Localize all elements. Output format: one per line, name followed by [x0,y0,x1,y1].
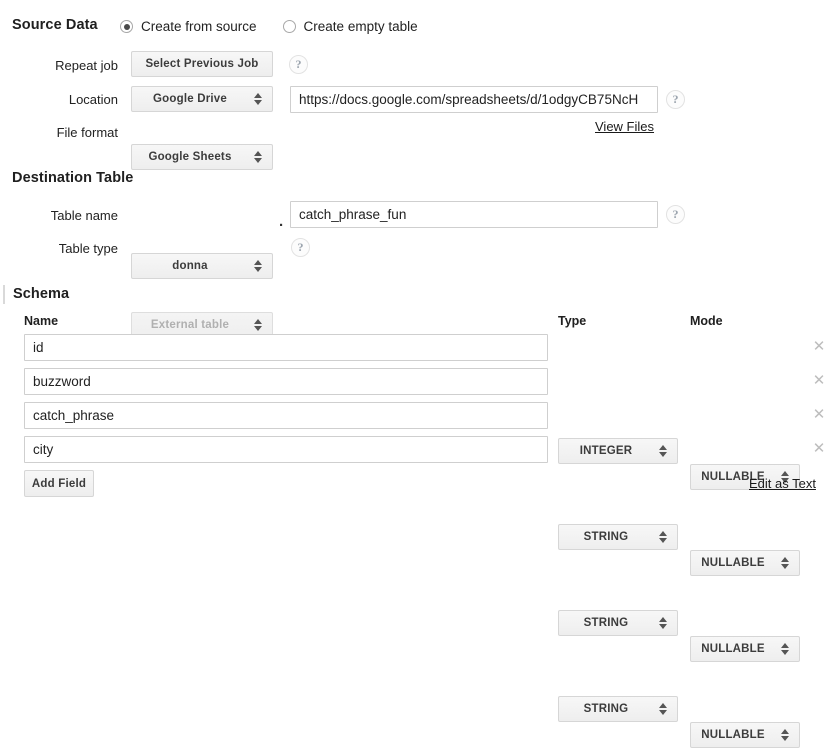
schema-column-header-name: Name [24,314,58,328]
schema-field-type-select[interactable]: STRING [558,610,678,636]
source-uri-input[interactable]: https://docs.google.com/spreadsheets/d/1… [290,86,658,113]
chevron-updown-icon [655,445,671,457]
chevron-updown-icon [777,729,793,741]
location-label: Location [0,92,118,107]
remove-field-icon[interactable]: ✕ [811,339,827,355]
radio-create-from-source[interactable]: Create from source [120,19,257,34]
schema-field-name-input[interactable]: buzzword [24,368,548,395]
radio-create-empty-table-label: Create empty table [304,19,418,34]
schema-accent-bar [3,285,5,304]
schema-field-type-select[interactable]: INTEGER [558,438,678,464]
chevron-updown-icon [250,151,266,163]
chevron-updown-icon [250,93,266,105]
table-type-help-icon[interactable]: ? [291,238,310,257]
source-mode-radio-group: Create from source Create empty table [120,19,418,34]
schema-field-type-select[interactable]: STRING [558,696,678,722]
schema-field-type-value: STRING [559,531,655,543]
location-help-icon[interactable]: ? [666,90,685,109]
remove-field-icon[interactable]: ✕ [811,441,827,457]
dataset-select-value: donna [132,260,250,272]
dataset-table-separator: . [279,214,283,229]
chevron-updown-icon [777,643,793,655]
destination-table-heading: Destination Table [12,170,133,186]
schema-field-name-input[interactable]: city [24,436,548,463]
schema-field-mode-value: NULLABLE [691,729,777,741]
schema-column-header-type: Type [558,314,586,328]
dataset-select[interactable]: donna [131,253,273,279]
schema-heading: Schema [13,286,69,302]
schema-field-mode-select[interactable]: NULLABLE [690,550,800,576]
table-name-label: Table name [0,208,118,223]
schema-field-name-input[interactable]: id [24,334,548,361]
schema-field-mode-value: NULLABLE [691,557,777,569]
edit-as-text-link[interactable]: Edit as Text [749,476,816,491]
radio-create-from-source-label: Create from source [141,19,257,34]
select-previous-job-button[interactable]: Select Previous Job [131,51,273,77]
file-format-label: File format [0,125,118,140]
schema-field-type-value: STRING [559,703,655,715]
schema-field-mode-select[interactable]: NULLABLE [690,636,800,662]
schema-field-type-value: STRING [559,617,655,629]
radio-create-from-source-dot [120,20,133,33]
chevron-updown-icon [655,617,671,629]
schema-field-mode-select[interactable]: NULLABLE [690,722,800,748]
table-type-label: Table type [0,241,118,256]
table-name-help-icon[interactable]: ? [666,205,685,224]
chevron-updown-icon [655,703,671,715]
schema-field-type-value: INTEGER [559,445,655,457]
file-format-select[interactable]: Google Sheets [131,144,273,170]
remove-field-icon[interactable]: ✕ [811,407,827,423]
add-field-button[interactable]: Add Field [24,470,94,497]
chevron-updown-icon [250,319,266,331]
location-select-value: Google Drive [132,93,250,105]
radio-create-empty-table[interactable]: Create empty table [283,19,418,34]
chevron-updown-icon [250,260,266,272]
table-type-select-value: External table [132,319,250,331]
file-format-select-value: Google Sheets [132,151,250,163]
remove-field-icon[interactable]: ✕ [811,373,827,389]
schema-field-type-select[interactable]: STRING [558,524,678,550]
view-files-link[interactable]: View Files [595,119,654,134]
location-select[interactable]: Google Drive [131,86,273,112]
table-name-input[interactable]: catch_phrase_fun [290,201,658,228]
chevron-updown-icon [777,557,793,569]
source-data-heading: Source Data [12,17,98,33]
schema-field-mode-value: NULLABLE [691,643,777,655]
radio-create-empty-table-dot [283,20,296,33]
schema-column-header-mode: Mode [690,314,723,328]
repeat-job-help-icon[interactable]: ? [289,55,308,74]
repeat-job-label: Repeat job [0,58,118,73]
schema-field-name-input[interactable]: catch_phrase [24,402,548,429]
chevron-updown-icon [655,531,671,543]
